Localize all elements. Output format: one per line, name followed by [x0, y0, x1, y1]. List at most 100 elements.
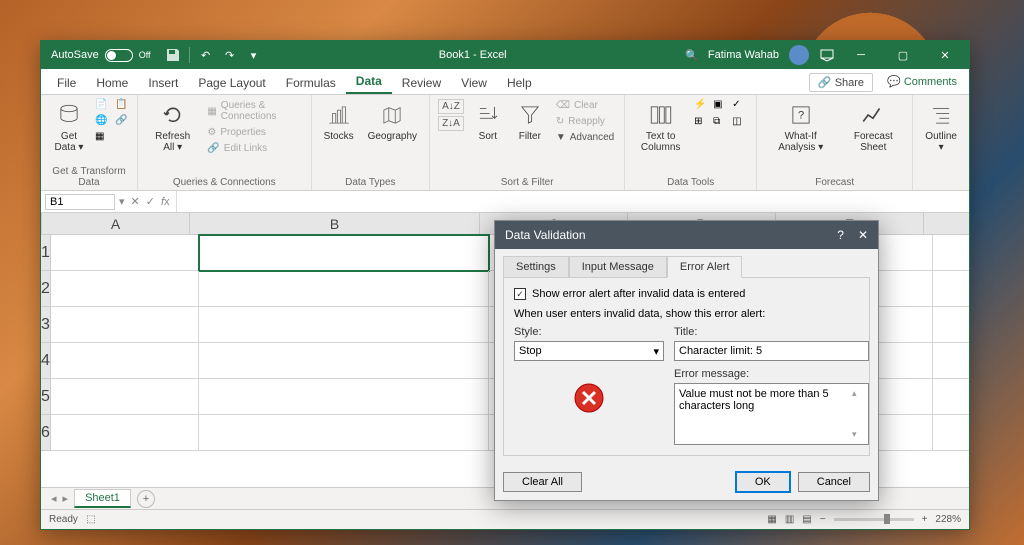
sort-az-button[interactable]: A↓Z [438, 99, 464, 114]
save-icon[interactable] [165, 47, 181, 63]
from-web-icon[interactable]: 🌐 [95, 115, 109, 129]
row-head-1[interactable]: 1 [41, 235, 51, 271]
geography-button[interactable]: Geography [364, 99, 421, 144]
minimize-button[interactable]: ─ [841, 41, 881, 69]
reapply-button[interactable]: ↻ Reapply [554, 115, 616, 128]
tab-insert[interactable]: Insert [138, 72, 188, 94]
tab-data[interactable]: Data [346, 70, 392, 94]
zoom-out-button[interactable]: − [820, 514, 826, 525]
formula-bar[interactable] [176, 191, 969, 212]
fx-icon[interactable]: fx [161, 196, 170, 208]
tab-view[interactable]: View [451, 72, 497, 94]
recent-sources-icon[interactable]: 📋 [115, 99, 129, 113]
data-validation-icon[interactable]: ✓ [732, 99, 746, 113]
zoom-in-button[interactable]: + [922, 514, 928, 525]
what-if-button[interactable]: ?What-If Analysis ▾ [765, 99, 836, 155]
sort-za-button[interactable]: Z↓A [438, 116, 464, 131]
clear-filter-button[interactable]: ⌫ Clear [554, 99, 616, 112]
tab-page-layout[interactable]: Page Layout [188, 72, 275, 94]
cell[interactable] [933, 379, 969, 415]
dialog-close-button[interactable]: ✕ [858, 228, 868, 242]
col-head-a[interactable]: A [42, 213, 190, 235]
user-avatar[interactable] [789, 45, 809, 65]
text-to-columns-button[interactable]: Text to Columns [633, 99, 688, 155]
scroll-down-icon[interactable]: ▾ [852, 429, 866, 440]
enter-formula-icon[interactable]: ✓ [146, 195, 155, 208]
consolidate-icon[interactable]: ⊞ [694, 116, 708, 130]
style-select[interactable]: Stop▾ [514, 341, 664, 361]
col-head-b[interactable]: B [190, 213, 480, 235]
comments-button[interactable]: 💬 Comments [881, 73, 963, 92]
tab-review[interactable]: Review [392, 72, 451, 94]
row-head-5[interactable]: 5 [41, 379, 51, 415]
cell[interactable] [933, 271, 969, 307]
ok-button[interactable]: OK [736, 472, 790, 492]
remove-dup-icon[interactable]: ▣ [713, 99, 727, 113]
data-model-icon[interactable]: ◫ [732, 116, 746, 130]
forecast-sheet-button[interactable]: Forecast Sheet [842, 99, 904, 155]
cell[interactable] [199, 343, 489, 379]
dialog-help-button[interactable]: ? [837, 228, 844, 242]
relationships-icon[interactable]: ⧉ [713, 116, 727, 130]
title-input[interactable] [674, 341, 869, 361]
zoom-level[interactable]: 228% [935, 514, 961, 525]
stocks-button[interactable]: Stocks [320, 99, 358, 144]
outline-button[interactable]: Outline ▾ [921, 99, 961, 155]
from-table-icon[interactable]: ▦ [95, 131, 109, 145]
tab-home[interactable]: Home [86, 72, 138, 94]
cell[interactable] [933, 307, 969, 343]
cell[interactable] [51, 307, 199, 343]
macro-record-icon[interactable]: ⬚ [86, 514, 95, 525]
cell[interactable] [51, 379, 199, 415]
row-head-2[interactable]: 2 [41, 271, 51, 307]
view-break-icon[interactable]: ▤ [802, 514, 811, 525]
filter-button[interactable]: Filter [512, 99, 548, 144]
cell[interactable] [51, 343, 199, 379]
row-head-3[interactable]: 3 [41, 307, 51, 343]
tab-file[interactable]: File [47, 72, 86, 94]
show-error-checkbox[interactable]: ✓ [514, 288, 526, 300]
from-text-icon[interactable]: 📄 [95, 99, 109, 113]
edit-links-button[interactable]: 🔗 Edit Links [205, 142, 302, 155]
row-head-6[interactable]: 6 [41, 415, 51, 451]
cell[interactable] [51, 235, 199, 271]
zoom-slider[interactable] [834, 518, 914, 521]
cancel-formula-icon[interactable]: ✕ [131, 195, 140, 208]
tab-help[interactable]: Help [497, 72, 542, 94]
cell[interactable] [933, 235, 969, 271]
clear-all-button[interactable]: Clear All [503, 472, 582, 492]
properties-button[interactable]: ⚙ Properties [205, 126, 302, 139]
view-normal-icon[interactable]: ▦ [767, 514, 776, 525]
cell-b1[interactable] [199, 235, 489, 271]
queries-connections-button[interactable]: ▦ Queries & Connections [205, 99, 302, 123]
ribbon-options-icon[interactable] [819, 47, 835, 63]
add-sheet-button[interactable]: + [137, 490, 155, 508]
cell[interactable] [199, 271, 489, 307]
undo-icon[interactable]: ↶ [198, 47, 214, 63]
close-button[interactable]: ✕ [925, 41, 965, 69]
tab-formulas[interactable]: Formulas [276, 72, 346, 94]
user-name[interactable]: Fatima Wahab [708, 49, 779, 61]
qat-dropdown-icon[interactable]: ▾ [246, 47, 262, 63]
cell[interactable] [199, 415, 489, 451]
dialog-tab-settings[interactable]: Settings [503, 256, 569, 278]
existing-conn-icon[interactable]: 🔗 [115, 115, 129, 129]
flash-fill-icon[interactable]: ⚡ [694, 99, 708, 113]
sort-button[interactable]: Sort [470, 99, 506, 144]
row-head-4[interactable]: 4 [41, 343, 51, 379]
redo-icon[interactable]: ↷ [222, 47, 238, 63]
dialog-tab-error-alert[interactable]: Error Alert [667, 256, 743, 278]
sheet-nav-next-icon[interactable]: ▸ [63, 492, 69, 505]
dialog-tab-input-message[interactable]: Input Message [569, 256, 667, 278]
cell[interactable] [199, 307, 489, 343]
refresh-all-button[interactable]: Refresh All ▾ [146, 99, 199, 155]
name-box[interactable] [45, 194, 115, 210]
search-icon[interactable]: 🔍 [684, 47, 700, 63]
maximize-button[interactable]: ▢ [883, 41, 923, 69]
select-all-cell[interactable] [41, 213, 42, 235]
col-head-f[interactable]: F [924, 213, 969, 235]
error-message-textarea[interactable]: Value must not be more than 5 characters… [674, 383, 869, 445]
cancel-button[interactable]: Cancel [798, 472, 870, 492]
cell[interactable] [933, 415, 969, 451]
advanced-filter-button[interactable]: ▼ Advanced [554, 131, 616, 144]
